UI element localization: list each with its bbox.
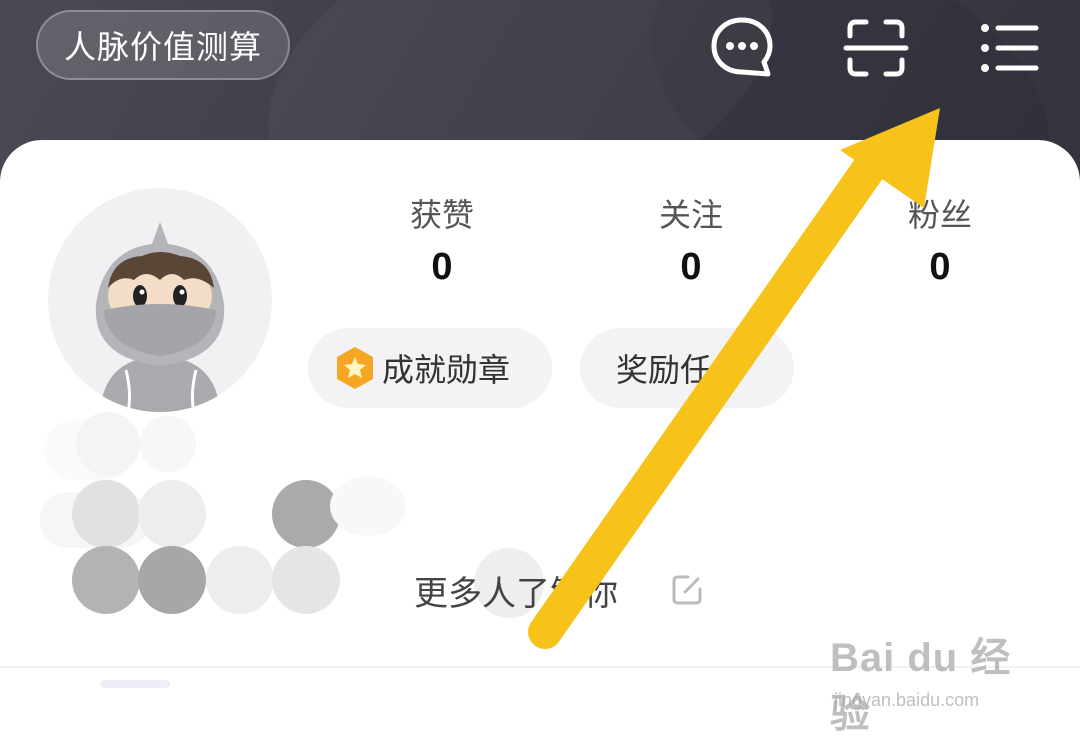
menu-icon[interactable] (974, 14, 1042, 82)
watermark-url: jingyan.baidu.com (834, 690, 980, 710)
stat-value: 0 (431, 246, 453, 288)
achievement-badge-button[interactable]: 成就勋章 (308, 328, 552, 408)
stat-label: 获赞 (409, 196, 474, 234)
bio-text: 更多人了解你 (414, 573, 618, 614)
scan-icon[interactable] (842, 14, 910, 82)
chip-label: 成就勋章 (382, 351, 511, 389)
stat-followers[interactable]: 粉丝 0 (860, 192, 1020, 296)
watermark-logo: Bai du 经验 (830, 636, 1012, 736)
bio-prompt[interactable]: 更多人了解你 (414, 562, 704, 618)
badge-star-icon (337, 347, 373, 389)
stat-value: 0 (929, 246, 951, 288)
ninja-avatar-icon (95, 222, 225, 412)
reward-task-button[interactable]: 奖励任务 (580, 328, 794, 408)
stat-likes[interactable]: 获赞 0 (362, 192, 522, 296)
stat-label: 粉丝 (907, 196, 972, 234)
chip-label: 奖励任务 (616, 351, 745, 389)
stat-value: 0 (680, 246, 702, 288)
edit-icon[interactable] (670, 573, 704, 607)
avatar[interactable] (48, 188, 272, 412)
stat-following[interactable]: 关注 0 (611, 192, 771, 296)
network-value-button[interactable]: 人脉价值测算 (36, 10, 290, 80)
chat-bubble-icon[interactable] (708, 14, 776, 82)
stat-label: 关注 (658, 196, 723, 234)
watermark: Bai du 经验 jingyan.baidu.com (830, 630, 1030, 736)
